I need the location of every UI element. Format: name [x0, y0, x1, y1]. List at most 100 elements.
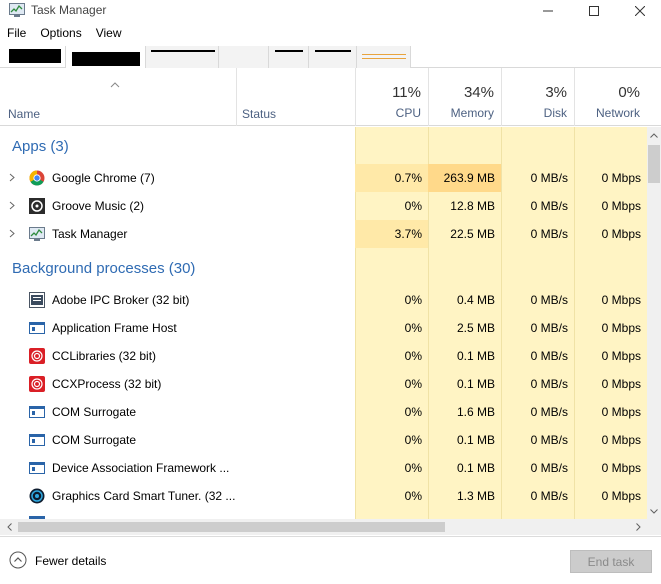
disk-value: 0 MB/s — [530, 293, 568, 307]
column-name[interactable]: Name — [8, 107, 40, 121]
tab-4[interactable] — [219, 46, 269, 68]
network-value: 0 Mbps — [601, 227, 641, 241]
chevron-right-icon[interactable] — [9, 229, 15, 238]
menu-view[interactable]: View — [89, 24, 129, 44]
scroll-up-button[interactable] — [647, 127, 661, 143]
table-row[interactable]: Adobe IPC Broker (32 bit) 0% 0.4 MB 0 MB… — [0, 286, 647, 314]
process-name: COM Surrogate — [52, 433, 137, 447]
minimize-icon — [543, 10, 553, 12]
scroll-left-button[interactable] — [0, 519, 18, 535]
table-row[interactable]: Graphics Card Smart Tuner. (32 ... 0% 1.… — [0, 482, 647, 510]
tab-3[interactable] — [146, 46, 219, 68]
network-value: 0 Mbps — [601, 461, 641, 475]
cpu-label: CPU — [395, 106, 421, 120]
tab-7[interactable] — [357, 46, 411, 68]
memory-label: Memory — [450, 106, 494, 120]
task-manager-icon — [29, 227, 45, 241]
tab-5[interactable] — [269, 46, 309, 68]
menu-file[interactable]: File — [0, 24, 33, 44]
process-name: Application Frame Host — [52, 321, 177, 335]
column-cpu[interactable]: 11% CPU — [355, 68, 428, 126]
network-value: 0 Mbps — [601, 349, 641, 363]
process-name: CCXProcess (32 bit) — [52, 377, 162, 391]
scroll-right-button[interactable] — [629, 519, 647, 535]
network-value: 0 Mbps — [601, 171, 641, 185]
tab-2[interactable] — [66, 46, 146, 68]
column-network[interactable]: 0% Network — [574, 68, 647, 126]
maximize-button[interactable] — [571, 0, 617, 22]
memory-value: 0.1 MB — [456, 349, 495, 363]
table-row[interactable]: Groove Music (2) 0% 12.8 MB 0 MB/s 0 Mbp… — [0, 192, 647, 220]
cpu-value: 0% — [404, 433, 422, 447]
horizontal-scrollbar[interactable] — [0, 519, 647, 535]
network-label: Network — [595, 106, 640, 120]
group-label-apps: Apps (3) — [12, 138, 69, 155]
minimize-button[interactable] — [525, 0, 571, 22]
groove-music-icon — [29, 198, 45, 214]
redacted-tab-label — [151, 50, 215, 52]
column-disk[interactable]: 3% Disk — [501, 68, 574, 126]
end-task-button[interactable]: End task — [570, 550, 652, 573]
creative-cloud-icon — [29, 376, 45, 392]
memory-value: 0.1 MB — [456, 433, 495, 447]
menu-bar: File Options View — [0, 24, 661, 44]
title-bar: Task Manager — [0, 0, 661, 22]
close-button[interactable] — [617, 0, 661, 22]
memory-total: 34% — [463, 84, 494, 101]
chevron-right-icon[interactable] — [9, 201, 15, 210]
adobe-ipc-icon — [29, 292, 45, 308]
table-row-partial[interactable] — [0, 510, 647, 519]
network-value: 0 Mbps — [601, 489, 641, 503]
disk-value: 0 MB/s — [530, 349, 568, 363]
group-header-background[interactable]: Background processes (30) — [0, 255, 647, 283]
network-value: 0 Mbps — [601, 199, 641, 213]
process-name: Device Association Framework ... — [52, 461, 230, 475]
process-name: Graphics Card Smart Tuner. (32 ... — [52, 489, 236, 503]
scroll-down-button[interactable] — [647, 503, 661, 519]
process-name: Groove Music (2) — [52, 199, 145, 213]
redacted-tab-label — [275, 50, 303, 52]
cpu-value: 0% — [404, 349, 422, 363]
table-row[interactable]: Device Association Framework ... 0% 0.1 … — [0, 454, 647, 482]
fewer-details-link[interactable]: Fewer details — [35, 554, 106, 568]
disk-label: Disk — [543, 106, 567, 120]
table-row[interactable]: CCLibraries (32 bit) 0% 0.1 MB 0 MB/s 0 … — [0, 342, 647, 370]
process-name: Google Chrome (7) — [52, 171, 155, 185]
process-list: Apps (3) Google Chrome (7) 0.7% 263.9 MB… — [0, 127, 647, 519]
network-value: 0 Mbps — [601, 321, 641, 335]
column-status[interactable]: Status — [242, 107, 276, 121]
tab-6[interactable] — [309, 46, 357, 68]
cpu-value: 0% — [404, 321, 422, 335]
maximize-icon — [589, 6, 599, 16]
window-process-icon — [29, 322, 45, 334]
table-row[interactable]: COM Surrogate 0% 1.6 MB 0 MB/s 0 Mbps — [0, 398, 647, 426]
graphics-tuner-icon — [29, 488, 45, 504]
memory-value: 0.1 MB — [456, 461, 495, 475]
disk-value: 0 MB/s — [530, 433, 568, 447]
table-row[interactable]: CCXProcess (32 bit) 0% 0.1 MB 0 MB/s 0 M… — [0, 370, 647, 398]
collapse-circle-icon[interactable] — [9, 551, 27, 569]
cpu-total: 11% — [392, 84, 421, 101]
vertical-scroll-thumb[interactable] — [648, 145, 660, 183]
tab-1[interactable] — [0, 46, 66, 68]
table-row[interactable]: Google Chrome (7) 0.7% 263.9 MB 0 MB/s 0… — [0, 164, 647, 192]
vertical-scrollbar[interactable] — [647, 127, 661, 519]
chevron-right-icon[interactable] — [9, 173, 15, 182]
menu-options[interactable]: Options — [33, 24, 88, 44]
disk-total: 3% — [545, 84, 567, 101]
cpu-value: 0% — [404, 461, 422, 475]
network-value: 0 Mbps — [601, 377, 641, 391]
memory-value: 2.5 MB — [456, 321, 495, 335]
column-memory[interactable]: 34% Memory — [428, 68, 501, 126]
table-row[interactable]: COM Surrogate 0% 0.1 MB 0 MB/s 0 Mbps — [0, 426, 647, 454]
table-row[interactable]: Task Manager 3.7% 22.5 MB 0 MB/s 0 Mbps — [0, 220, 647, 248]
close-icon — [635, 6, 645, 16]
process-name: COM Surrogate — [52, 405, 137, 419]
horizontal-scroll-thumb[interactable] — [18, 522, 445, 532]
window-process-icon — [29, 434, 45, 446]
sort-ascending-icon[interactable] — [110, 82, 120, 88]
memory-value: 12.8 MB — [450, 199, 495, 213]
group-header-apps[interactable]: Apps (3) — [0, 133, 647, 161]
table-row[interactable]: Application Frame Host 0% 2.5 MB 0 MB/s … — [0, 314, 647, 342]
disk-value: 0 MB/s — [530, 227, 568, 241]
